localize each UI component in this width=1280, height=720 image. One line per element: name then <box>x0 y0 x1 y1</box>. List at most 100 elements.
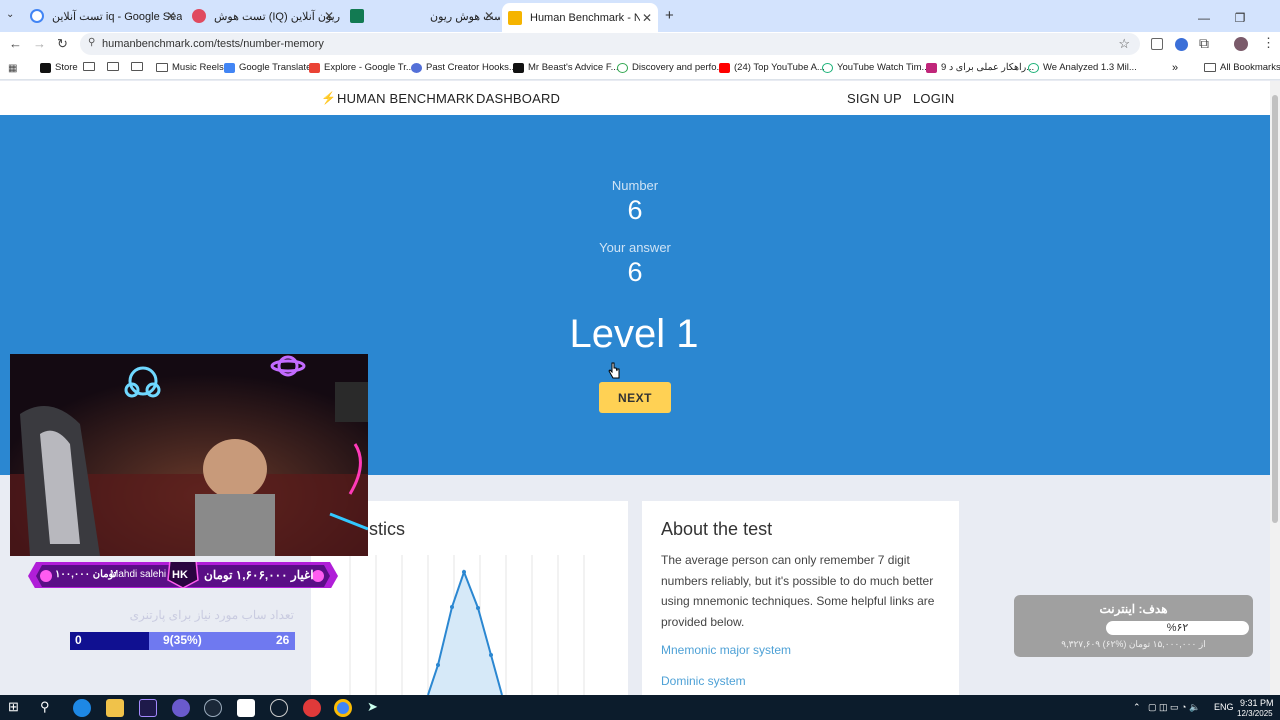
bookmark-top-youtube[interactable]: (24) Top YouTube A... <box>719 62 825 73</box>
folder-icon <box>83 62 95 71</box>
menu-icon[interactable]: ⋮ <box>1262 35 1275 51</box>
reload-icon[interactable]: ↻ <box>57 36 68 52</box>
bookmark-persian-article[interactable]: 9 راهکار عملی برای د... <box>926 62 1034 73</box>
steam-icon[interactable] <box>204 699 222 717</box>
dominic-system-link[interactable]: Dominic system <box>661 674 746 688</box>
distribution-chart <box>349 555 585 695</box>
forward-icon[interactable]: → <box>33 36 46 51</box>
about-text: The average person can only remember 7 d… <box>661 553 935 629</box>
store-icon[interactable] <box>237 699 255 717</box>
maximize-icon[interactable]: ❐ <box>1222 11 1258 25</box>
tab-iq-test[interactable]: تست هوش (IQ) ریون آنلاین ✕ <box>186 4 340 28</box>
bookmark-label: YouTube Watch Tim... <box>837 62 930 73</box>
extension-icon[interactable] <box>1151 38 1163 50</box>
bookmark-mr-beast[interactable]: Mr Beast's Advice F... <box>513 62 619 73</box>
discord-icon[interactable] <box>172 699 190 717</box>
site-icon <box>1028 62 1039 73</box>
bookmark-label: Past Creator Hooks... <box>426 62 517 73</box>
tab-google-search[interactable]: تست آنلاین iq - Google Search ✕ <box>24 4 182 28</box>
google-icon <box>617 62 628 73</box>
premiere-icon[interactable] <box>139 699 157 717</box>
new-tab-button[interactable]: + <box>665 7 674 24</box>
clock-date[interactable]: 12/3/2025 <box>1237 709 1273 718</box>
dashboard-link[interactable]: DASHBOARD <box>476 91 560 106</box>
next-button[interactable]: NEXT <box>599 382 671 413</box>
bookmark-we-analyzed[interactable]: We Analyzed 1.3 Mil... <box>1028 62 1137 73</box>
bookmark-past-creator[interactable]: Past Creator Hooks... <box>411 62 517 73</box>
bookmark-music-reels[interactable]: Music Reels <box>156 62 224 73</box>
star-icon[interactable]: ☆ <box>1118 36 1130 52</box>
more-bookmarks-icon[interactable]: » <box>1172 62 1178 74</box>
bookmark-folder[interactable] <box>107 62 119 71</box>
answer-value: 6 <box>627 257 643 287</box>
all-bookmarks[interactable]: All Bookmarks <box>1204 62 1280 73</box>
bookmark-label: Explore - Google Tr... <box>324 62 414 73</box>
goal-title: هدف: اینترنت <box>1099 602 1168 616</box>
extension-icon[interactable] <box>1175 38 1188 51</box>
tab-human-benchmark[interactable]: Human Benchmark - Number M ✕ <box>502 3 658 32</box>
site-icon <box>926 62 937 73</box>
signup-link[interactable]: SIGN UP <box>847 91 902 106</box>
bookmark-google-translate[interactable]: Google Translate <box>224 62 311 73</box>
address-bar[interactable]: ⚲ humanbenchmark.com/tests/number-memory… <box>80 33 1140 55</box>
level-title: Level 1 <box>569 312 699 356</box>
donation-total: اغیار ۱,۶۰۶,۰۰۰ تومان <box>204 568 314 582</box>
tray-icons[interactable]: ▢ ◫ ▭ ◔ 🔈 <box>1148 702 1200 713</box>
translate-icon <box>224 62 235 73</box>
hand-cursor-icon <box>608 362 620 379</box>
bookmark-store[interactable]: Store <box>40 62 78 73</box>
streamer-camera-image <box>10 354 368 556</box>
goal-progress: %۶۲ <box>1106 621 1249 635</box>
site-icon <box>513 62 524 73</box>
apps-icon[interactable]: ▦ <box>8 63 17 74</box>
close-icon[interactable]: ✕ <box>166 9 176 23</box>
youtube-icon <box>719 62 730 73</box>
number-label: Number <box>611 178 659 193</box>
bookmark-youtube-watch[interactable]: YouTube Watch Tim... <box>822 62 929 73</box>
login-link[interactable]: LOGIN <box>913 91 954 106</box>
bookmark-label: Music Reels <box>172 62 224 73</box>
donation-amount: ۱۰۰,۰۰۰ تومان <box>55 569 117 580</box>
partner-current: 9(35%) <box>163 633 202 647</box>
tab-raven-test[interactable]: تست هوش ریون ✕ <box>344 4 500 28</box>
windows-start-icon[interactable]: ⊞ <box>8 699 26 717</box>
bookmark-discovery[interactable]: Discovery and perfo... <box>617 62 724 73</box>
partner-goal-label: تعداد ساب مورد نیاز برای پارتنری <box>129 608 294 622</box>
google-icon <box>30 9 44 23</box>
taskbar <box>0 695 1280 720</box>
minimize-icon[interactable]: — <box>1186 11 1222 25</box>
puzzle-icon[interactable]: ⧉ <box>1199 35 1209 52</box>
lightning-icon <box>508 10 522 25</box>
close-icon[interactable]: ✕ <box>642 11 652 25</box>
app-icon[interactable]: ➤ <box>367 699 385 717</box>
app-icon[interactable] <box>303 699 321 717</box>
folder-icon <box>1204 63 1216 72</box>
bookmark-explore-trends[interactable]: Explore - Google Tr... <box>309 62 414 73</box>
brand-link[interactable]: HUMAN BENCHMARK <box>337 91 474 106</box>
tab-title: تست آنلاین iq - Google Search <box>52 10 182 23</box>
edge-icon[interactable] <box>73 699 91 717</box>
search-icon[interactable]: ⚲ <box>40 699 58 717</box>
avatar[interactable] <box>1234 37 1248 51</box>
url-text: humanbenchmark.com/tests/number-memory <box>102 38 324 50</box>
bookmark-label: 9 راهکار عملی برای د... <box>941 62 1035 73</box>
chrome-icon[interactable] <box>334 699 352 717</box>
bookmark-label: Store <box>55 62 78 73</box>
site-info-icon[interactable]: ⚲ <box>88 37 95 48</box>
mnemonic-major-link[interactable]: Mnemonic major system <box>661 643 791 657</box>
tab-search-icon[interactable]: ⌄ <box>6 9 14 20</box>
close-icon[interactable]: ✕ <box>324 9 334 23</box>
donor-badge: HK <box>172 569 188 581</box>
obs-icon[interactable] <box>270 699 288 717</box>
bookmark-folder[interactable] <box>131 62 143 71</box>
scrollbar-thumb[interactable] <box>1272 95 1278 523</box>
back-icon[interactable]: ← <box>9 36 22 51</box>
bookmark-label: We Analyzed 1.3 Mil... <box>1043 62 1137 73</box>
clock-time[interactable]: 9:31 PM <box>1240 698 1274 708</box>
tab-title: Human Benchmark - Number M <box>530 11 640 24</box>
bookmark-folder[interactable] <box>83 62 95 71</box>
language-indicator[interactable]: ENG <box>1214 702 1234 712</box>
file-explorer-icon[interactable] <box>106 699 124 717</box>
close-icon[interactable]: ✕ <box>484 9 494 23</box>
tray-chevron-icon[interactable]: ⌃ <box>1133 702 1141 713</box>
